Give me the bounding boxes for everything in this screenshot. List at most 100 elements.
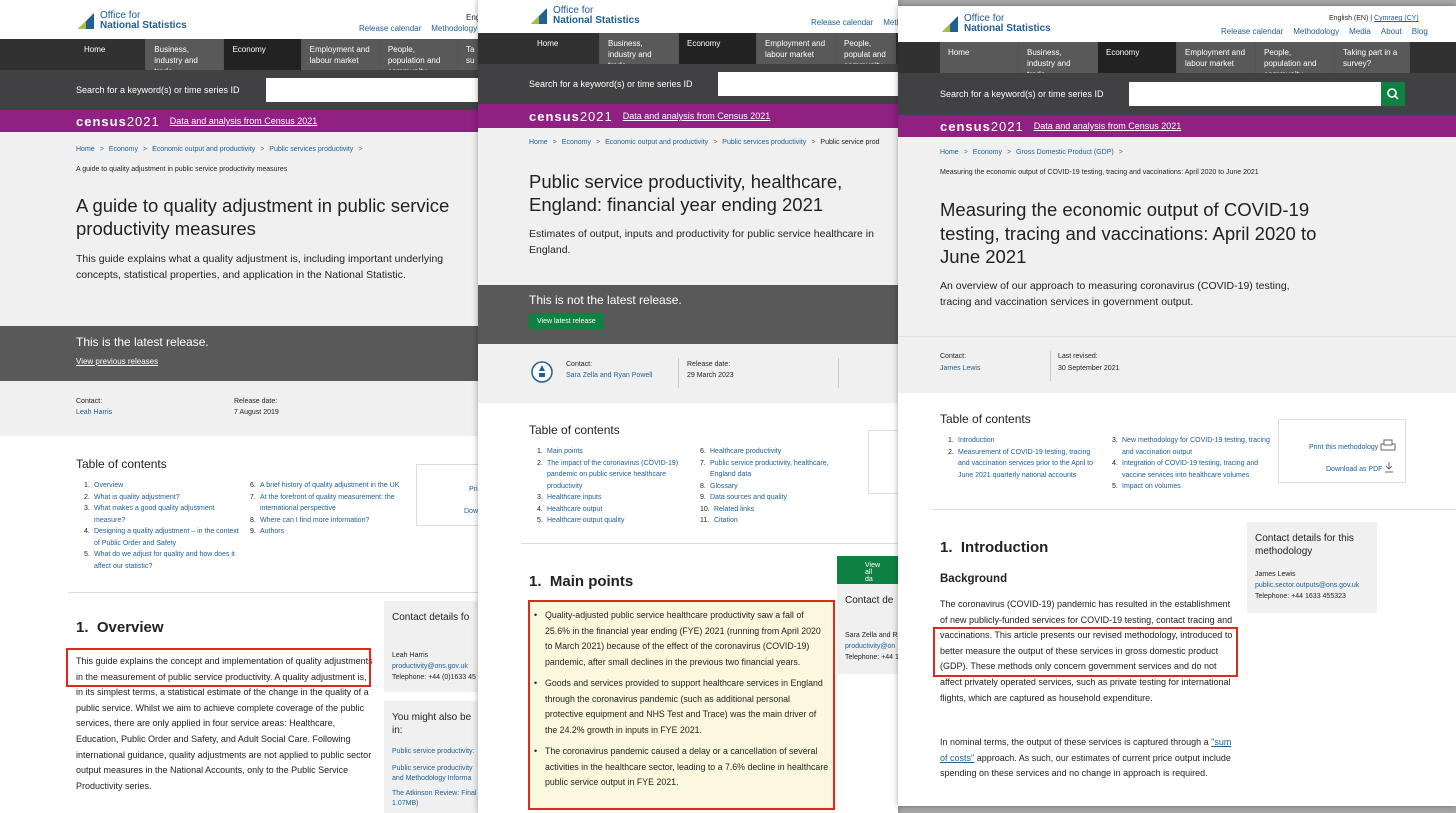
contact-details-title: Contact details fo: [392, 612, 470, 623]
toc-item[interactable]: 1. Introduction: [948, 435, 1100, 447]
toc-item[interactable]: 3. Healthcare inputs: [537, 492, 697, 504]
view-latest-release-button[interactable]: View latest release: [529, 313, 604, 330]
toc-item[interactable]: 4. Healthcare output: [537, 504, 697, 516]
crumb-economy[interactable]: Economy: [973, 149, 1002, 156]
meta-band: Contact: Leah Harris Release date: 7 Aug…: [0, 381, 478, 436]
search-label: Search for a keyword(s) or time series I…: [76, 85, 240, 95]
nav-employment[interactable]: Employment and labour market: [757, 33, 836, 64]
contact-email-link[interactable]: productivity@ons.gov.uk: [392, 662, 468, 672]
view-previous-releases-link[interactable]: View previous releases: [76, 357, 158, 367]
crumb-public-services[interactable]: Public services productivity: [269, 146, 353, 153]
toc-item[interactable]: 4. Designing a quality adjustment – in th…: [84, 526, 239, 549]
toc-item[interactable]: 3. New methodology for COVID-19 testing, …: [1112, 435, 1270, 458]
language-toggle[interactable]: Engl: [466, 13, 478, 22]
crumb-economic-output[interactable]: Economic output and productivity: [152, 146, 255, 153]
release-calendar-link[interactable]: Release calendar: [811, 18, 873, 27]
census-link[interactable]: Data and analysis from Census 2021: [623, 111, 771, 121]
toc-item[interactable]: 10. Related links: [700, 504, 840, 516]
toc-item[interactable]: 1. Overview: [84, 480, 239, 492]
contact-details-box: Contact details for this methodology Jam…: [1247, 522, 1377, 613]
ons-logo[interactable]: Office for National Statistics: [76, 11, 187, 31]
nav-employment[interactable]: Employment and labour market: [301, 39, 380, 70]
brand-line-2: National Statistics: [964, 23, 1051, 34]
methodology-link[interactable]: Methodology: [1293, 27, 1339, 36]
contact-email-link[interactable]: productivity@on: [845, 642, 895, 652]
methodology-link[interactable]: Methodology: [883, 18, 898, 27]
related-box: You might also be in: Public service pro…: [384, 701, 478, 813]
screenshot-panel-healthcare-productivity: Office for National Statistics Release ca…: [478, 0, 898, 813]
crumb-home[interactable]: Home: [76, 146, 95, 153]
nav-business[interactable]: Business, industry and trade: [600, 33, 679, 70]
media-link[interactable]: Media: [1349, 27, 1371, 36]
census-link[interactable]: Data and analysis from Census 2021: [170, 116, 318, 126]
download-link[interactable]: Dow: [464, 507, 478, 517]
contact-name-link[interactable]: James Lewis: [940, 365, 980, 372]
toc-item[interactable]: 11. Citation: [700, 515, 840, 527]
search-button[interactable]: [1381, 82, 1405, 106]
related-link[interactable]: Public service productivity and Methodol…: [392, 764, 478, 784]
toc-item[interactable]: 3. What makes a good quality adjustment m…: [84, 503, 239, 526]
nav-business[interactable]: Business, industry and trade: [1019, 42, 1098, 79]
nav-economy[interactable]: Economy: [224, 39, 302, 70]
ons-logo[interactable]: Office for National Statistics: [529, 6, 640, 26]
nav-people[interactable]: People, population and community: [379, 39, 458, 76]
nav-home[interactable]: Home: [529, 33, 600, 64]
toc-item[interactable]: 8. Where can I find more information?: [250, 515, 400, 527]
toc-item[interactable]: 6. Healthcare productivity: [700, 446, 840, 458]
toc-item[interactable]: 5. What do we adjust for quality and how …: [84, 549, 239, 572]
toc-list-right: 3. New methodology for COVID-19 testing, …: [1112, 435, 1270, 493]
toc-item[interactable]: 9. Data sources and quality: [700, 492, 840, 504]
toc-item[interactable]: 1. Main points: [537, 446, 697, 458]
toc-item[interactable]: 9. Authors: [250, 526, 400, 538]
toc-item[interactable]: 2. The impact of the coronavirus (COVID-1…: [537, 458, 697, 493]
related-link[interactable]: Public service productivity:: [392, 747, 474, 757]
nav-home[interactable]: Home: [76, 39, 147, 70]
breadcrumb-current: A guide to quality adjustment in public …: [76, 166, 288, 173]
toc-item[interactable]: 7. At the forefront of quality measuremen…: [250, 492, 400, 515]
contact-name-link[interactable]: Sara Zella and Ryan Powell: [566, 372, 652, 379]
toc-item[interactable]: 5. Impact on volumes: [1112, 481, 1270, 493]
search-input[interactable]: [718, 72, 898, 96]
download-pdf-link[interactable]: Download as PDF: [1326, 461, 1394, 475]
related-link[interactable]: The Atkinson Review: Final 1.07MB): [392, 789, 478, 809]
methodology-link[interactable]: Methodology: [431, 24, 477, 33]
print-link[interactable]: Pri: [469, 485, 478, 495]
last-revised-value: 30 September 2021: [1058, 365, 1120, 372]
nav-people[interactable]: People, population and community: [1256, 42, 1335, 79]
crumb-economy[interactable]: Economy: [562, 139, 591, 146]
nav-home[interactable]: Home: [940, 42, 1019, 73]
cymraeg-link[interactable]: Cymraeg (CY): [1374, 15, 1419, 22]
blog-link[interactable]: Blog: [1412, 27, 1428, 36]
contact-name-link[interactable]: Leah Harris: [76, 409, 112, 416]
toc-item[interactable]: 5. Healthcare output quality: [537, 515, 697, 527]
census-link[interactable]: Data and analysis from Census 2021: [1034, 121, 1182, 131]
nav-people[interactable]: People, populat and community: [836, 33, 896, 70]
print-link[interactable]: Print this methodology: [1309, 439, 1396, 453]
nav-taking-part[interactable]: Ta su: [457, 39, 478, 70]
crumb-home[interactable]: Home: [940, 149, 959, 156]
nav-economy[interactable]: Economy: [1098, 42, 1177, 73]
ons-logo[interactable]: Office for National Statistics: [940, 14, 1051, 34]
crumb-economy[interactable]: Economy: [109, 146, 138, 153]
about-link[interactable]: About: [1381, 27, 1402, 36]
contact-email-link[interactable]: public.sector.outputs@ons.gov.uk: [1255, 581, 1359, 591]
toc-item[interactable]: 2. Measurement of COVID-19 testing, traci…: [948, 447, 1100, 482]
search-input[interactable]: [1129, 82, 1381, 106]
crumb-economic-output[interactable]: Economic output and productivity: [605, 139, 708, 146]
nav-business[interactable]: Business, industry and trade: [146, 39, 225, 76]
national-statistics-badge-icon: [531, 361, 553, 383]
toc-item[interactable]: 2. What is quality adjustment?: [84, 492, 239, 504]
toc-item[interactable]: 8. Glossary: [700, 481, 840, 493]
release-calendar-link[interactable]: Release calendar: [359, 24, 421, 33]
release-calendar-link[interactable]: Release calendar: [1221, 27, 1283, 36]
crumb-gdp[interactable]: Gross Domestic Product (GDP): [1016, 149, 1114, 156]
crumb-home[interactable]: Home: [529, 139, 548, 146]
search-input[interactable]: [266, 78, 478, 102]
nav-taking-part[interactable]: Taking part in a survey?: [1335, 42, 1410, 73]
nav-economy[interactable]: Economy: [679, 33, 757, 64]
toc-item[interactable]: 4. Integration of COVID-19 testing, traci…: [1112, 458, 1270, 481]
toc-item[interactable]: 7. Public service productivity, healthcar…: [700, 458, 840, 481]
toc-item[interactable]: 6. A brief history of quality adjustment …: [250, 480, 400, 492]
crumb-public-services[interactable]: Public services productivity: [722, 139, 806, 146]
nav-employment[interactable]: Employment and labour market: [1177, 42, 1256, 73]
